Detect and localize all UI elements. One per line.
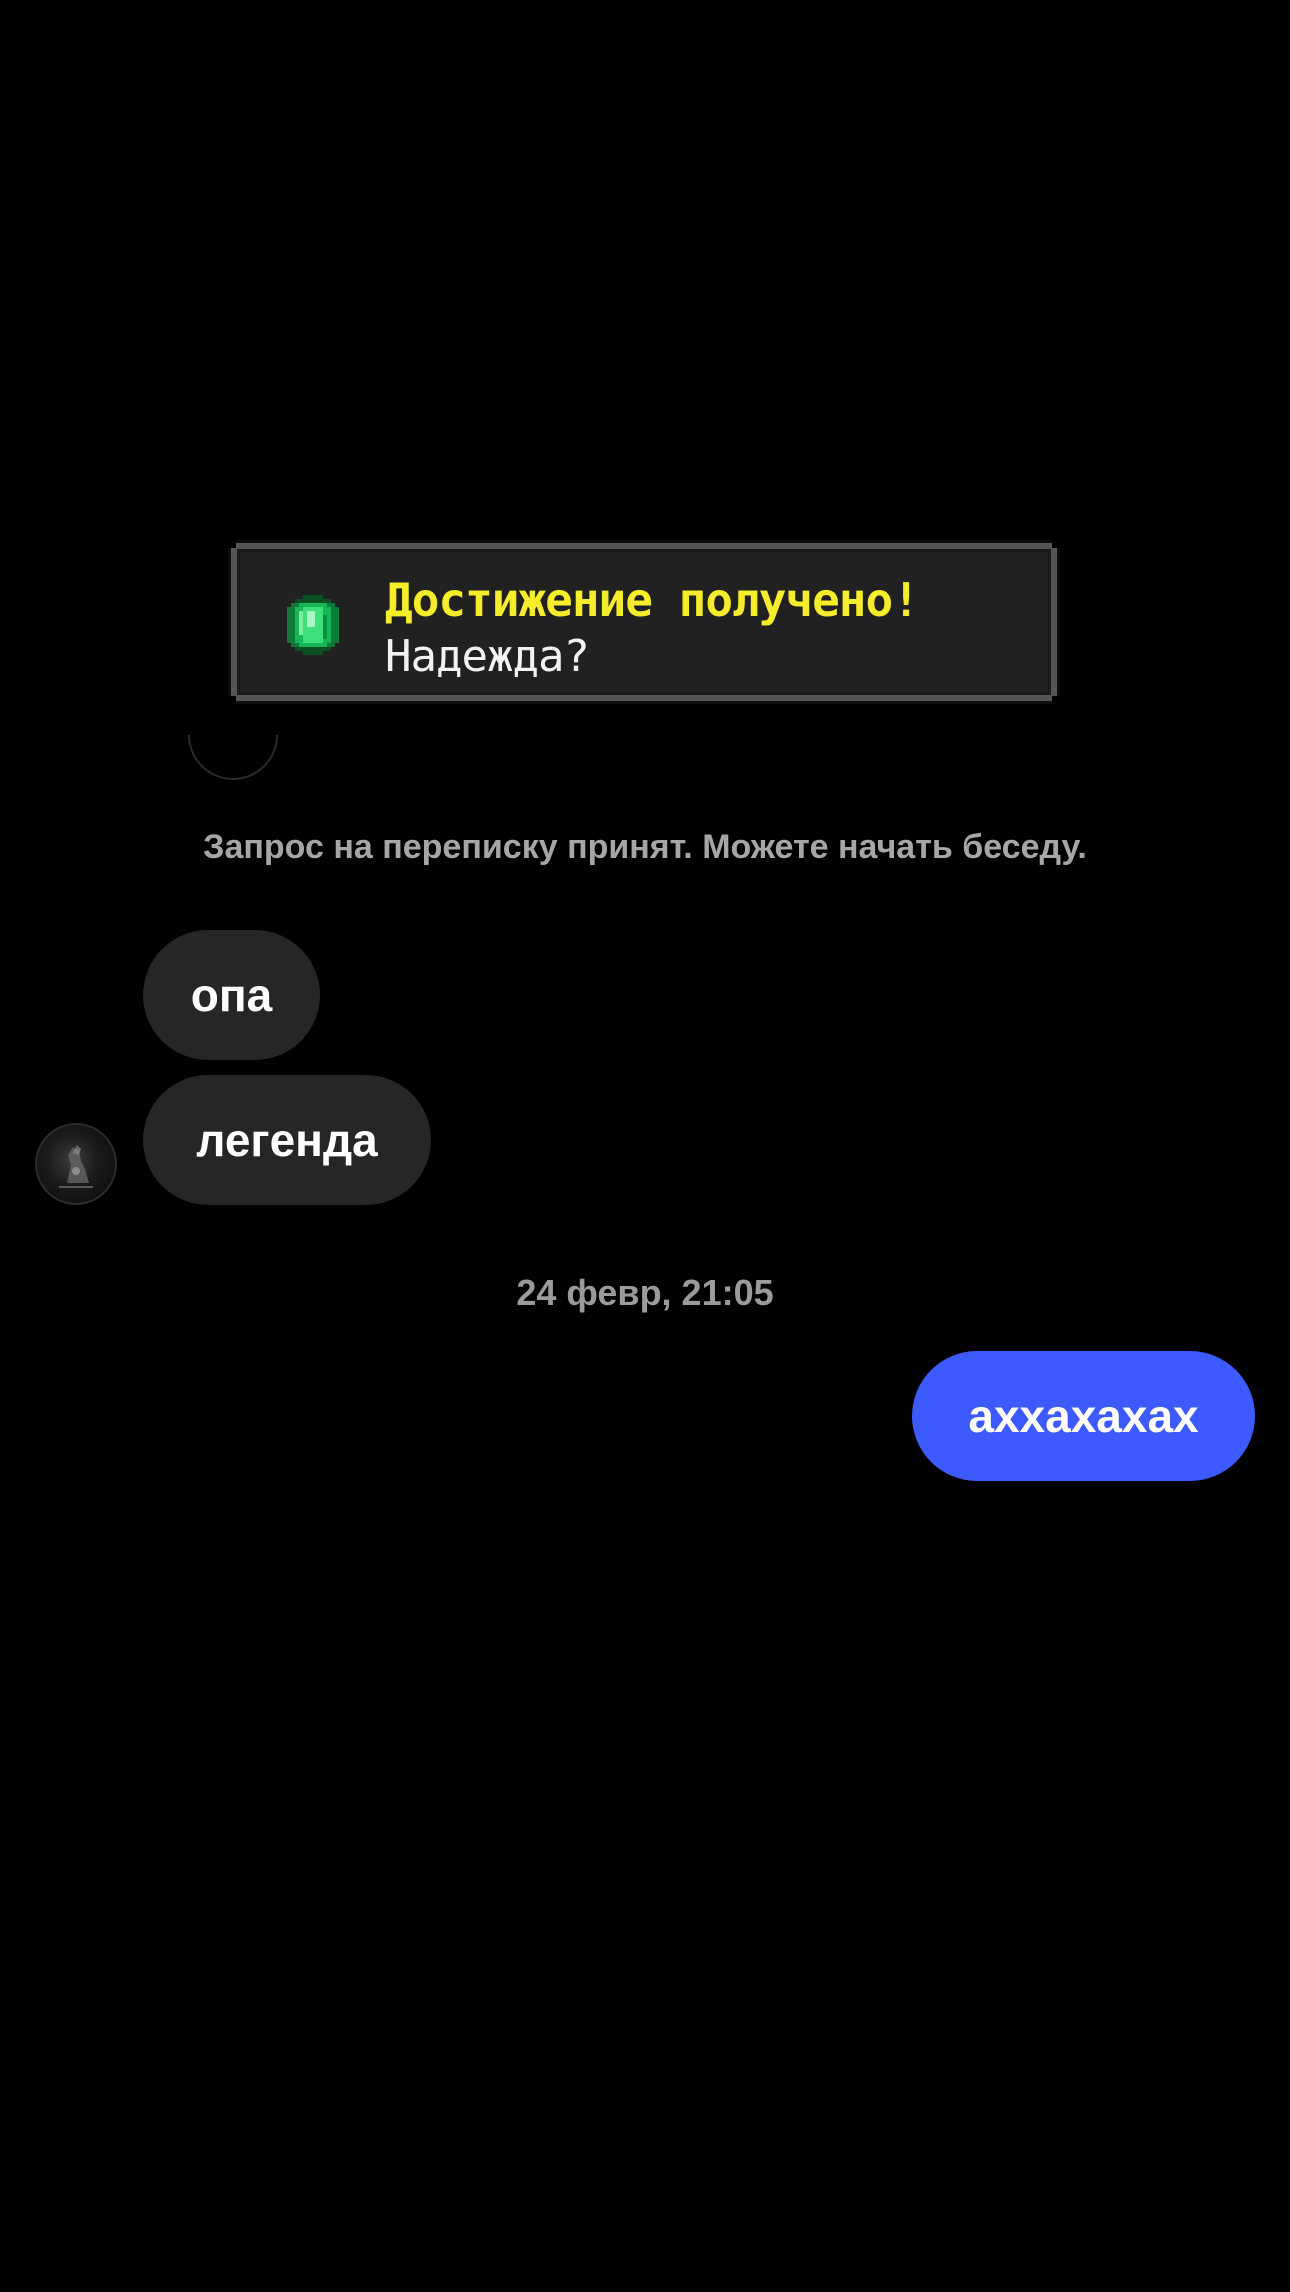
toast-corner bbox=[1052, 540, 1060, 548]
message-text: легенда bbox=[196, 1114, 378, 1166]
toast-corner bbox=[1052, 696, 1060, 704]
avatar-image-icon bbox=[59, 1145, 93, 1188]
achievement-toast: Достижение получено! Надежда? bbox=[228, 540, 1060, 704]
toast-title: Достижение получено! bbox=[385, 573, 920, 627]
message-timestamp: 24 февр, 21:05 bbox=[516, 1272, 774, 1313]
toast-subtitle: Надежда? bbox=[385, 631, 590, 682]
message-bubble-incoming[interactable]: опа bbox=[143, 930, 320, 1060]
toast-corner bbox=[228, 540, 236, 548]
system-notice: Запрос на переписку принят. Можете начат… bbox=[203, 828, 1087, 866]
message-bubble-outgoing[interactable]: аххахахах bbox=[912, 1351, 1255, 1481]
emerald-icon bbox=[287, 595, 339, 655]
message-bubble-incoming[interactable]: легенда bbox=[143, 1075, 431, 1205]
message-text: опа bbox=[190, 969, 273, 1021]
message-text: аххахахах bbox=[968, 1390, 1199, 1442]
contact-avatar[interactable] bbox=[35, 1123, 117, 1205]
